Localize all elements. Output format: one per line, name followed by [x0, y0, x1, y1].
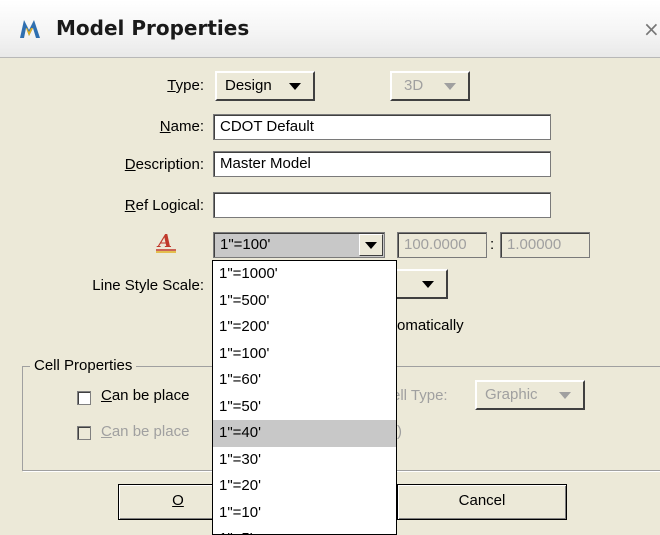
ref-logical-label: Ref Logical:: [124, 197, 204, 214]
dropdown-list-item[interactable]: 1"=5': [213, 526, 396, 534]
scale-denominator: 1.00000: [507, 236, 562, 253]
close-icon[interactable]: ×: [643, 14, 660, 44]
window-title: Model Properties: [56, 16, 250, 40]
title-bar: Model Properties ×: [0, 0, 660, 58]
cell-properties-legend: Cell Properties: [30, 357, 137, 374]
svg-text:A: A: [156, 231, 172, 252]
line-style-scale-label: Line Style Scale:: [92, 277, 204, 294]
annotation-scale-value: 1"=100': [220, 236, 271, 253]
description-label: Description:: [124, 156, 204, 173]
annotation-scale-dropdown-list[interactable]: 1"=1000' 1"=500' 1"=200' 1"=100' 1"=60' 1"=50…: [212, 260, 397, 535]
annotation-scale-icon: A: [156, 231, 176, 253]
dimension-select: 3D: [390, 71, 470, 101]
dropdown-list-item[interactable]: 1"=60': [213, 367, 396, 394]
chevron-down-icon: [365, 242, 377, 249]
type-select[interactable]: Design: [215, 71, 315, 101]
type-label-rest: ype:: [175, 77, 204, 94]
cell-partial-bracket: ): [397, 423, 402, 440]
ref-logical-field[interactable]: [213, 192, 551, 218]
scale-numerator-field: 100.0000: [397, 232, 487, 258]
dropdown-list-item[interactable]: 1"=500': [213, 288, 396, 315]
chevron-down-icon: [289, 83, 301, 90]
type-label: Type:: [167, 77, 204, 94]
scale-denominator-field: 1.00000: [500, 232, 590, 258]
dropdown-list-item[interactable]: 1"=1000': [213, 261, 396, 288]
annotation-scale-select[interactable]: 1"=100': [213, 232, 385, 258]
dropdown-list-item[interactable]: 1"=40': [213, 420, 396, 447]
dropdown-list-item[interactable]: 1"=30': [213, 447, 396, 474]
can-be-placed-checkbox-2: [77, 426, 91, 440]
name-field[interactable]: CDOT Default: [213, 114, 551, 140]
auto-checkbox-label-fragment: omatically: [397, 317, 464, 334]
cell-type-label: ell Type:: [392, 387, 448, 404]
type-value: Design: [225, 77, 272, 94]
dimension-value: 3D: [404, 77, 424, 94]
chevron-down-icon: [422, 281, 434, 288]
cancel-button[interactable]: Cancel: [397, 484, 567, 520]
ok-button-label: O: [172, 492, 184, 509]
name-label: Name:: [159, 118, 204, 135]
can-be-placed-checkbox-1[interactable]: [77, 391, 91, 405]
can-be-placed-1-rest: an be place: [111, 387, 190, 404]
can-be-placed-label-1: Can be place: [101, 387, 190, 404]
dropdown-list-item[interactable]: 1"=200': [213, 314, 396, 341]
scale-numerator: 100.0000: [404, 236, 467, 253]
chevron-down-icon: [444, 83, 456, 90]
can-be-placed-label-2: Can be place: [101, 423, 190, 440]
scale-separator: :: [490, 236, 495, 253]
dropdown-list-item[interactable]: 1"=50': [213, 394, 396, 421]
cell-type-select: Graphic: [475, 380, 585, 410]
dropdown-list-item[interactable]: 1"=20': [213, 473, 396, 500]
microstation-icon: [20, 20, 40, 38]
chevron-down-icon: [559, 392, 571, 399]
description-value: Master Model: [220, 155, 311, 172]
dropdown-list-item[interactable]: 1"=100': [213, 341, 396, 368]
description-field[interactable]: Master Model: [213, 151, 551, 177]
cancel-button-label: Cancel: [458, 492, 506, 509]
dropdown-list-item[interactable]: 1"=10': [213, 500, 396, 527]
name-value: CDOT Default: [220, 118, 314, 135]
annotation-scale-dropdown-button[interactable]: [359, 234, 383, 256]
cell-type-value: Graphic: [485, 386, 538, 403]
